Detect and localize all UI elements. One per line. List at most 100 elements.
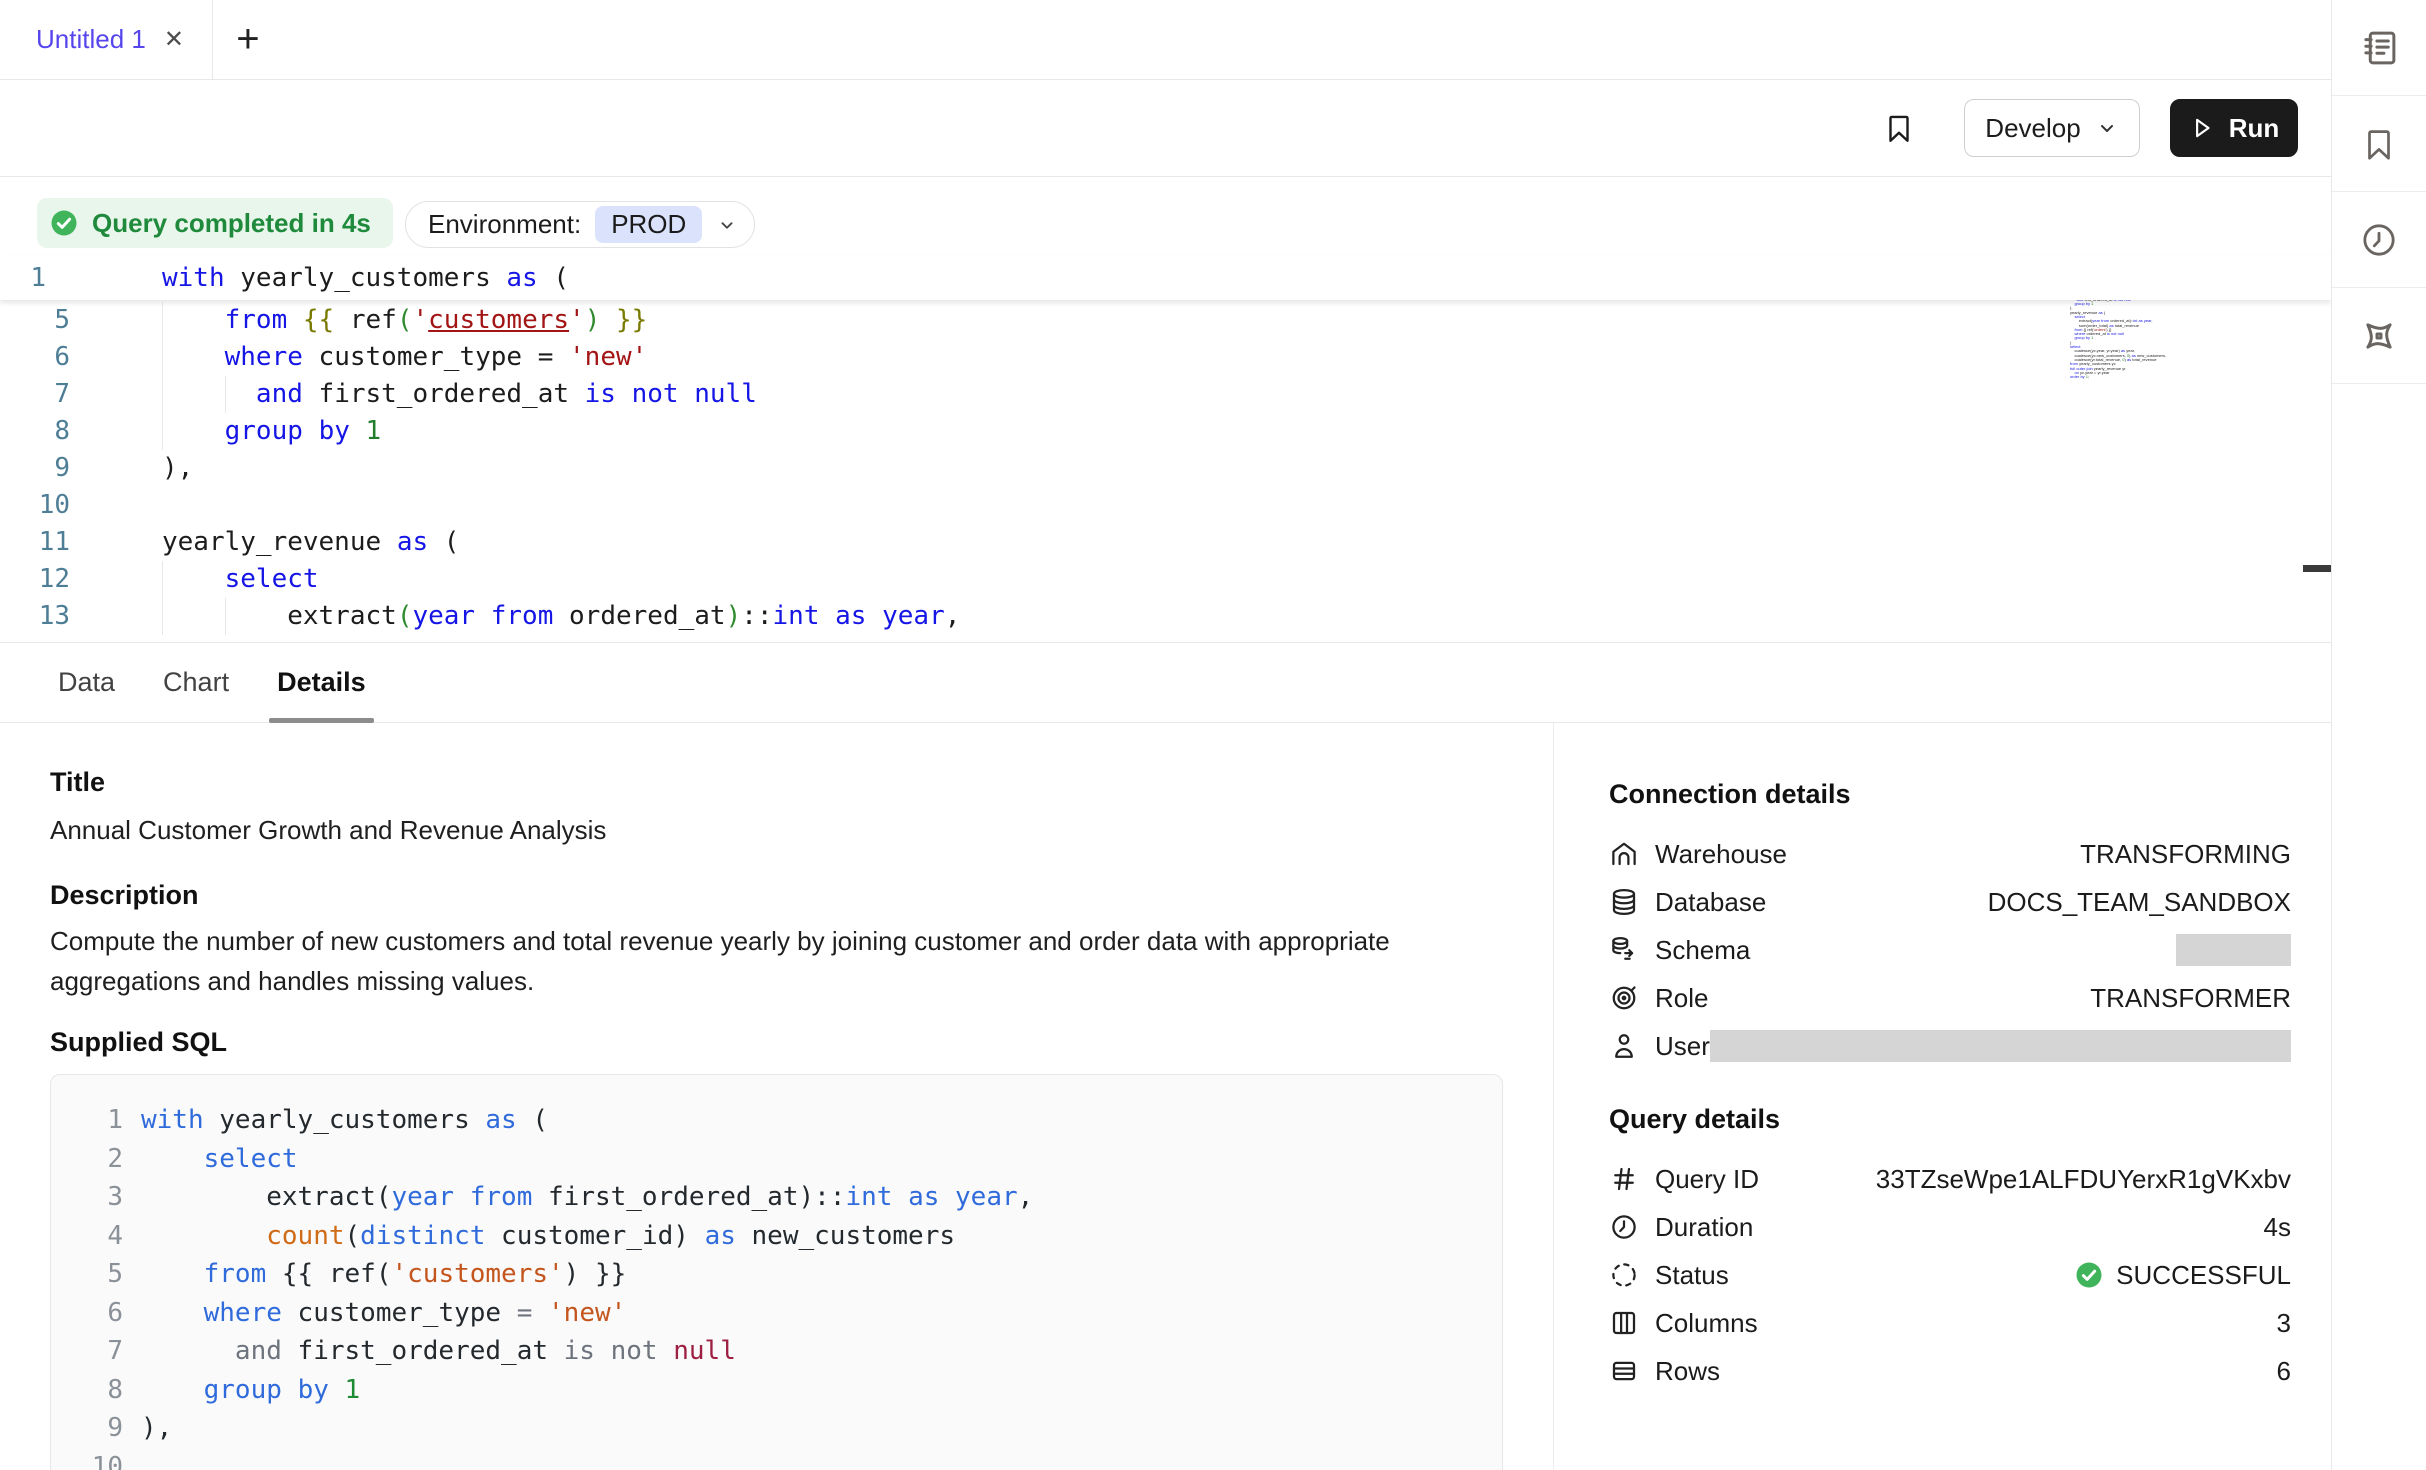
code-token <box>141 1259 204 1289</box>
code-token: group <box>204 1375 282 1405</box>
editor-line[interactable]: 6 where customer_type = 'new' <box>0 339 2331 376</box>
code-token: ( <box>2103 310 2105 315</box>
environment-dropdown[interactable]: Environment: PROD <box>405 201 755 248</box>
editor-line[interactable]: 8 group by 1 <box>0 413 2331 450</box>
code-token: ( <box>345 1221 361 1251</box>
code-token: customer_type = <box>303 342 569 372</box>
code-token <box>532 1298 548 1328</box>
detail-value: 3 <box>2277 1308 2291 1339</box>
code-line-text: select <box>162 561 319 598</box>
code-token: customer_id) <box>485 1221 704 1251</box>
code-token: ), <box>141 1413 172 1443</box>
line-number: 9 <box>0 450 70 487</box>
query-row-duration: Duration4s <box>1609 1203 2291 1251</box>
detail-value: TRANSFORMING <box>2080 839 2291 870</box>
code-token: customer_type <box>282 1298 517 1328</box>
code-token: extract <box>162 601 397 631</box>
code-token: extract( <box>141 1182 391 1212</box>
code-token: not <box>611 1336 658 1366</box>
code-token: order by <box>2070 374 2085 379</box>
code-token: ; <box>2088 374 2089 379</box>
editor-line[interactable]: 10 <box>0 487 2331 524</box>
connection-row-user: User <box>1609 1022 2291 1070</box>
detail-value: 4s <box>2264 1212 2291 1243</box>
code-token: as <box>908 1182 939 1212</box>
code-token: ) <box>726 601 742 631</box>
warehouse-icon <box>1609 839 1639 869</box>
details-content: Title Annual Customer Growth and Revenue… <box>0 723 1553 1470</box>
code-token: not <box>632 379 679 409</box>
tab-chart[interactable]: Chart <box>155 643 237 723</box>
tab-untitled-1[interactable]: Untitled 1 ✕ <box>0 0 213 79</box>
editor-line[interactable]: 5 from {{ ref('customers') }} <box>0 302 2331 339</box>
code-token: group by <box>2074 301 2090 306</box>
code-line-text: yearly_revenue as ( <box>162 524 459 561</box>
connection-details-heading: Connection details <box>1609 779 2291 810</box>
detail-label: Database <box>1655 887 1766 918</box>
code-token: select <box>225 564 319 594</box>
editor-line[interactable]: 12 select <box>0 561 2331 598</box>
code-token: is <box>585 379 616 409</box>
tab-data[interactable]: Data <box>50 643 123 723</box>
supplied-sql-code-block: 1with yearly_customers as (2 select3 ext… <box>50 1074 1503 1470</box>
code-token: ( <box>538 263 569 293</box>
query-row-columns: Columns3 <box>1609 1299 2291 1347</box>
redacted-value <box>2176 934 2291 966</box>
detail-label: Rows <box>1655 1356 1720 1387</box>
line-number: 5 <box>0 302 70 339</box>
code-token: }} <box>616 305 647 335</box>
new-tab-button[interactable]: + <box>213 0 283 79</box>
code-line-text: count(distinct customer_id) as new_custo… <box>141 1217 955 1256</box>
code-token: year <box>955 1182 1018 1212</box>
code-token: 'new' <box>548 1298 626 1328</box>
line-number: 7 <box>75 1332 123 1371</box>
code-token: 1 <box>345 1375 361 1405</box>
line-number: 4 <box>75 1217 123 1256</box>
code-token: ( <box>428 527 459 557</box>
editor-scrollbar-thumb[interactable] <box>2303 565 2331 572</box>
code-token: customers <box>428 305 569 335</box>
code-token: from <box>491 601 554 631</box>
editor-line[interactable]: 13 extract(year from ordered_at)::int as… <box>0 598 2331 635</box>
code-editor[interactable]: 1with yearly_customers as (5 from {{ ref… <box>0 256 2331 642</box>
editor-line[interactable]: 7 and first_ordered_at is not null <box>0 376 2331 413</box>
run-button[interactable]: Run <box>2170 99 2298 157</box>
code-token <box>162 416 225 446</box>
code-line-text: group by 1 <box>162 413 381 450</box>
sql-block-line: 1with yearly_customers as ( <box>75 1101 1502 1140</box>
sidebar-compass-button[interactable] <box>2332 288 2426 384</box>
code-line-text: extract(year from ordered_at)::int as ye… <box>162 598 960 635</box>
line-number: 3 <box>75 1178 123 1217</box>
code-token: null <box>694 379 757 409</box>
code-token: is not null <box>2107 331 2124 336</box>
results-tab-bar: Data Chart Details <box>0 643 2331 723</box>
code-token: with <box>141 1105 204 1135</box>
supplied-sql-heading: Supplied SQL <box>50 1027 1553 1058</box>
tab-details[interactable]: Details <box>269 643 374 723</box>
code-token: from <box>204 1259 267 1289</box>
editor-line[interactable]: 11yearly_revenue as ( <box>0 524 2331 561</box>
chevron-down-icon <box>716 214 738 236</box>
code-token: by <box>298 1375 329 1405</box>
code-token: yearly_revenue <box>162 527 397 557</box>
sidebar-history-button[interactable] <box>2332 192 2426 288</box>
bookmark-button[interactable] <box>1882 111 1916 145</box>
code-token <box>658 1336 674 1366</box>
code-line-text: ), <box>162 450 193 487</box>
code-token <box>141 1375 204 1405</box>
sql-block-line: 6 where customer_type = 'new' <box>75 1294 1502 1333</box>
code-token <box>162 342 225 372</box>
editor-line[interactable]: 9), <box>0 450 2331 487</box>
sidebar-bookmark-button[interactable] <box>2332 96 2426 192</box>
develop-dropdown-button[interactable]: Develop <box>1964 99 2140 157</box>
close-icon[interactable]: ✕ <box>164 28 184 52</box>
code-token: and <box>256 379 303 409</box>
schema-icon <box>1609 935 1639 965</box>
editor-sticky-line[interactable]: 1with yearly_customers as ( <box>0 256 2331 300</box>
code-line-text: group by 1 <box>141 1371 360 1410</box>
code-token: as <box>835 601 866 631</box>
connection-row-role: RoleTRANSFORMER <box>1609 974 2291 1022</box>
detail-value: TRANSFORMER <box>2090 983 2291 1014</box>
sidebar-notebook-button[interactable] <box>2332 0 2426 96</box>
detail-value: 33TZseWpe1ALFDUYerxR1gVKxbv <box>1876 1164 2291 1195</box>
